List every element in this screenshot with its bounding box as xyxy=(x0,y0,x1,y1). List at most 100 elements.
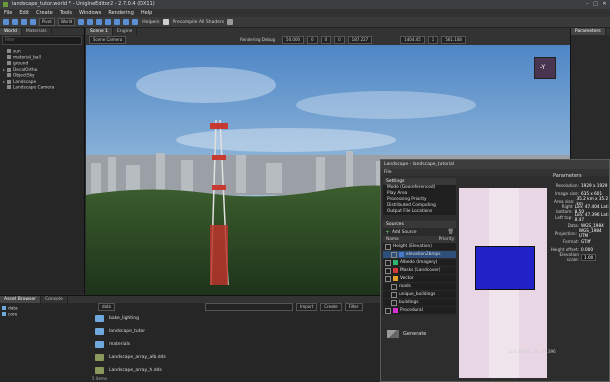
scale-tool-icon[interactable] xyxy=(30,19,36,25)
axis-gizmo[interactable]: -Y xyxy=(534,57,556,79)
pos-x-field[interactable]: 0 xyxy=(307,36,318,44)
source-row[interactable]: Masks (Landcover) xyxy=(383,267,456,275)
tab-scene[interactable]: Scene 1 xyxy=(86,28,114,35)
source-row[interactable]: Albedo (Imagery) xyxy=(383,259,456,267)
generate-label: Generate xyxy=(403,331,427,337)
create-button[interactable]: Create xyxy=(320,303,342,311)
list-item[interactable]: Landscape_array_alb.dds xyxy=(95,351,285,364)
speed-field[interactable]: 50.000 xyxy=(282,36,305,44)
source-row[interactable]: elevation2bmps xyxy=(383,251,456,259)
precompile-shaders-button[interactable]: Precompile All Shaders xyxy=(173,20,225,25)
source-checkbox[interactable] xyxy=(391,283,397,290)
add-source-button[interactable]: Add Source xyxy=(392,230,416,235)
param-value: WGS_1984 xyxy=(581,222,604,228)
list-item[interactable]: bake_lighting xyxy=(95,312,285,325)
landscape-window-title: Landscape - landscape_tutorial xyxy=(381,160,609,169)
source-row[interactable]: Height (Elevation) xyxy=(383,243,456,251)
coord-c-field[interactable]: 1 xyxy=(427,36,439,44)
source-checkbox[interactable] xyxy=(385,259,391,266)
asset-tree-label: data xyxy=(8,306,18,312)
menu-rendering[interactable]: Rendering xyxy=(108,10,134,16)
param-label: Image size: xyxy=(555,190,579,196)
source-name: Vector xyxy=(400,276,414,281)
menu-file[interactable]: File xyxy=(4,10,12,16)
tree-item-label: ground xyxy=(13,61,29,67)
param-value: GTiff xyxy=(581,238,591,244)
world-select[interactable]: World xyxy=(57,18,76,26)
source-color xyxy=(393,276,398,281)
asset-search-input[interactable] xyxy=(205,303,294,311)
play-icon[interactable] xyxy=(114,19,121,25)
tab-console[interactable]: Console xyxy=(41,296,68,303)
source-row[interactable]: Procedural xyxy=(383,307,456,315)
pointer-icon[interactable] xyxy=(123,19,130,25)
physics-icon[interactable] xyxy=(105,19,112,25)
landscape-params-title: Parameters xyxy=(553,173,582,179)
maximize-button[interactable]: □ xyxy=(592,1,599,7)
snap-icon[interactable] xyxy=(78,19,85,25)
source-checkbox[interactable] xyxy=(391,251,397,258)
coord-a-field[interactable]: 187.227 xyxy=(347,36,373,44)
pos-z-field[interactable]: 0 xyxy=(334,36,345,44)
source-row[interactable]: buildings xyxy=(383,299,456,307)
cloud xyxy=(296,91,476,119)
tab-materials[interactable]: Materials xyxy=(22,28,52,35)
elevation-scale-input[interactable]: 1.00 xyxy=(581,253,597,261)
asset-tree-item[interactable]: core xyxy=(2,312,90,318)
menu-help[interactable]: Help xyxy=(141,10,152,16)
preview-selection-rect[interactable] xyxy=(475,246,535,290)
tree-item[interactable]: Landscape Camera xyxy=(3,85,84,91)
source-row[interactable]: unique_buildings xyxy=(383,291,456,299)
tree-item-label: material_ball xyxy=(13,55,41,61)
source-checkbox[interactable] xyxy=(391,291,397,298)
world-filter-input[interactable]: Filter xyxy=(2,36,82,45)
menu-create[interactable]: Create xyxy=(36,10,53,16)
filter-button[interactable]: Filter xyxy=(344,303,363,311)
menu-windows[interactable]: Windows xyxy=(79,10,101,16)
menu-edit[interactable]: Edit xyxy=(19,10,29,16)
more-icon[interactable] xyxy=(227,19,234,25)
folder-icon xyxy=(2,306,6,310)
source-checkbox[interactable] xyxy=(385,267,391,274)
source-name: Procedural xyxy=(400,308,423,313)
source-row[interactable]: roads xyxy=(383,283,456,291)
source-checkbox[interactable] xyxy=(385,307,391,314)
camera-icon[interactable] xyxy=(96,19,103,25)
param-value: 1929 x 1929 xyxy=(581,182,608,188)
pivot-select[interactable]: Pivot xyxy=(39,18,55,26)
source-checkbox[interactable] xyxy=(391,299,397,306)
source-row[interactable]: Vector xyxy=(383,275,456,283)
brush-icon[interactable] xyxy=(132,19,139,25)
rendering-debug-menu[interactable]: Rendering Debug xyxy=(236,36,280,44)
camera-select[interactable]: Scene Camera xyxy=(89,36,127,44)
generate-button[interactable]: Generate xyxy=(383,327,456,341)
delete-icon[interactable]: 🗑 xyxy=(448,229,454,235)
source-checkbox[interactable] xyxy=(385,243,391,250)
move-tool-icon[interactable] xyxy=(12,19,18,25)
coord-d-field[interactable]: 561.108 xyxy=(441,36,466,44)
tab-asset-browser[interactable]: Asset Browser xyxy=(0,296,41,303)
world-panel: World Materials Filter sun material_ball… xyxy=(0,28,85,294)
menu-tools[interactable]: Tools xyxy=(60,10,72,16)
list-item[interactable]: Landscape_array_h.dds xyxy=(95,364,285,377)
tab-parameters[interactable]: Parameters xyxy=(571,28,606,35)
asset-path[interactable]: data xyxy=(98,303,116,311)
select-tool-icon[interactable] xyxy=(3,19,9,25)
tab-engine[interactable]: Engine xyxy=(113,28,138,35)
source-checkbox[interactable] xyxy=(385,275,391,282)
folder-icon xyxy=(95,341,104,348)
source-color xyxy=(399,252,404,257)
folder-icon xyxy=(95,315,104,322)
import-button[interactable]: Import xyxy=(296,303,318,311)
tab-world[interactable]: World xyxy=(0,28,22,35)
close-button[interactable]: ✕ xyxy=(601,1,608,7)
list-item[interactable]: materials xyxy=(95,338,285,351)
list-item[interactable]: landscape_tutor xyxy=(95,325,285,338)
pos-y-field[interactable]: 0 xyxy=(320,36,332,44)
minimize-button[interactable]: – xyxy=(584,1,591,7)
coord-b-field[interactable]: 1404.45 xyxy=(400,36,425,44)
settings-item[interactable]: Output File Locations xyxy=(383,209,456,215)
grid-icon[interactable] xyxy=(87,19,94,25)
helpers-menu[interactable]: Helpers xyxy=(142,20,159,25)
rotate-tool-icon[interactable] xyxy=(21,19,27,25)
